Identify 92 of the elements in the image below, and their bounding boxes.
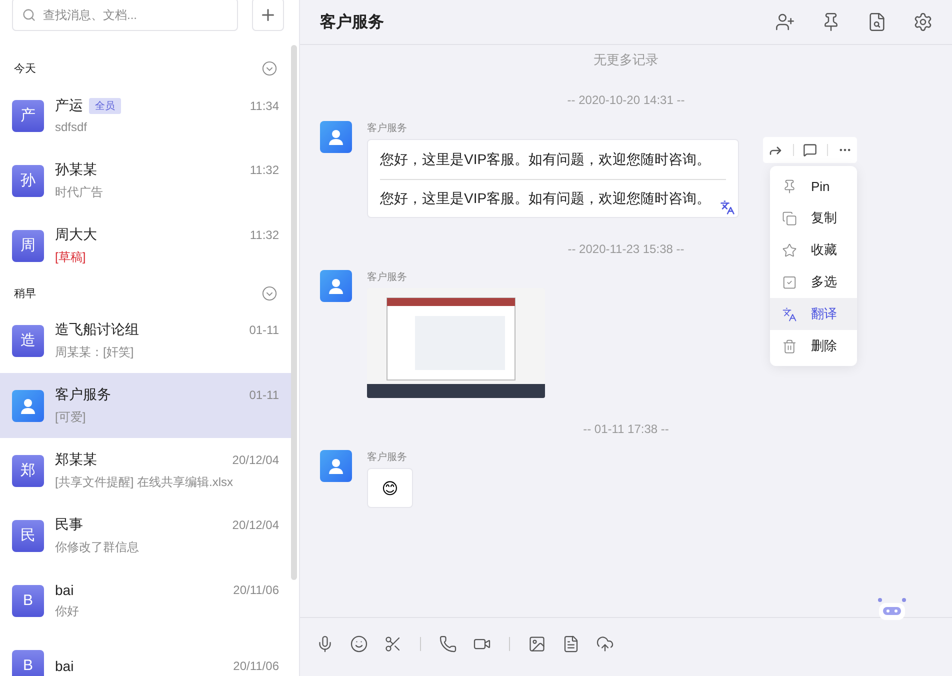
conversation-name: 周大大	[55, 226, 97, 244]
menu-item[interactable]: 收藏	[770, 234, 857, 266]
translate-icon	[782, 306, 797, 322]
copy-icon	[782, 210, 797, 226]
translate-icon[interactable]	[720, 200, 735, 215]
conversation-name: 民事	[55, 516, 83, 534]
timestamp: -- 2020-11-23 15:38 --	[568, 241, 684, 258]
conversation-time: 11:34	[250, 99, 279, 113]
conversation-name: bai	[55, 582, 74, 598]
add-button[interactable]	[252, 0, 284, 31]
message-preview: [共享文件提醒] 在线共享编辑.xlsx	[55, 474, 234, 490]
conversation-item[interactable]: B bai 20/11/06	[0, 633, 291, 676]
message-preview: 你修改了群信息	[55, 538, 140, 556]
message-text: 您好，这里是VIP客服。如有问题，欢迎您随时咨询。	[380, 150, 712, 169]
conversation-time: 01-11	[249, 322, 279, 336]
conversation-time: 20/12/04	[232, 518, 279, 532]
no-more-records: 无更多记录	[594, 51, 658, 69]
conversation-item[interactable]: 周 周大大 11:32 [草稿]	[0, 213, 291, 278]
menu-item[interactable]: 复制	[770, 202, 857, 234]
search-field[interactable]: 查找消息、文档...	[12, 0, 238, 31]
message-preview: 时代广告	[55, 184, 104, 200]
sender-name: 客户服务	[367, 450, 408, 464]
person-icon	[327, 277, 345, 295]
conversation-item[interactable]: 孙 孙某某 11:32 时代广告	[0, 148, 291, 213]
message-preview: 你好	[55, 602, 80, 620]
comment-icon[interactable]	[803, 143, 818, 157]
trash-icon	[782, 338, 797, 354]
menu-item[interactable]: 删除	[770, 330, 857, 362]
conversation-name: 郑某某	[55, 450, 97, 468]
timestamp: -- 2020-10-20 14:31 --	[567, 92, 685, 109]
conversation-name: 造飞船讨论组	[55, 320, 139, 338]
pin-icon	[782, 178, 797, 194]
section-title: 今天	[14, 62, 36, 76]
person-icon	[327, 457, 345, 475]
conversation-item[interactable]: 客户服务 01-11 [可爱]	[0, 373, 291, 438]
menu-item[interactable]: Pin	[770, 170, 857, 202]
conversation-time: 11:32	[250, 162, 279, 176]
document-icon[interactable]	[562, 635, 580, 653]
scrollbar[interactable]	[291, 45, 297, 580]
conversation-time: 11:32	[250, 228, 279, 242]
section-title: 稍早	[14, 286, 36, 300]
emoji-icon[interactable]	[350, 635, 368, 653]
chat-title: 客户服务	[320, 12, 384, 32]
avatar: B	[12, 650, 44, 676]
avatar: B	[12, 584, 44, 616]
conversation-time: 20/11/06	[233, 582, 279, 596]
phone-icon[interactable]	[439, 635, 457, 653]
conversation-name: 客户服务	[55, 386, 111, 404]
message-preview: [草稿]	[55, 248, 87, 266]
image-icon[interactable]	[528, 635, 546, 653]
translation-text: 您好，这里是VIP客服。如有问题，欢迎您随时咨询。	[380, 189, 712, 208]
conversation-item[interactable]: 民 民事 20/12/04 你修改了群信息	[0, 503, 291, 568]
conversation-time: 01-11	[249, 388, 279, 402]
avatar: 造	[12, 324, 44, 356]
search-document-icon[interactable]	[867, 12, 887, 32]
star-icon	[782, 242, 797, 258]
conversation-time: 20/12/04	[232, 452, 279, 466]
collapse-icon[interactable]	[262, 60, 277, 76]
collapse-icon[interactable]	[262, 286, 277, 300]
sender-name: 客户服务	[367, 122, 408, 135]
person-icon	[327, 128, 345, 146]
message-preview: [可爱]	[55, 408, 87, 426]
timestamp: -- 01-11 17:38 --	[583, 421, 669, 438]
microphone-icon[interactable]	[316, 635, 334, 653]
avatar: 周	[12, 230, 44, 262]
conversation-name: 产运	[55, 97, 83, 115]
message-preview: 周某某：[奸笑]	[55, 344, 135, 360]
conversation-name: 孙某某	[55, 160, 97, 178]
robot-icon[interactable]	[876, 597, 908, 621]
avatar: 产	[12, 100, 44, 132]
avatar: 孙	[12, 164, 44, 196]
member-tag: 全员	[89, 98, 121, 114]
person-icon	[19, 396, 37, 414]
menu-item[interactable]: 多选	[770, 266, 857, 298]
avatar: 民	[12, 520, 44, 552]
conversation-item[interactable]: 郑 郑某某 20/12/04 [共享文件提醒] 在线共享编辑.xlsx	[0, 438, 291, 503]
conversation-time: 20/11/06	[233, 658, 279, 672]
menu-item[interactable]: 翻译	[770, 298, 857, 330]
settings-icon[interactable]	[913, 12, 933, 32]
scissors-icon[interactable]	[384, 635, 402, 653]
avatar: 郑	[12, 454, 44, 486]
upload-icon[interactable]	[596, 635, 614, 653]
conversation-item[interactable]: 造 造飞船讨论组 01-11 周某某：[奸笑]	[0, 308, 291, 373]
emoji-message: 😊	[367, 468, 413, 508]
conversation-name: bai	[55, 658, 74, 674]
checkbox-icon	[782, 274, 797, 290]
conversation-item[interactable]: 产 产运 全员 11:34 sdfsdf	[0, 83, 291, 148]
add-person-icon[interactable]	[775, 12, 795, 32]
message-preview: sdfsdf	[55, 120, 88, 134]
conversation-item[interactable]: B bai 20/11/06 你好	[0, 568, 291, 633]
search-icon	[22, 8, 36, 22]
sender-name: 客户服务	[367, 270, 408, 284]
